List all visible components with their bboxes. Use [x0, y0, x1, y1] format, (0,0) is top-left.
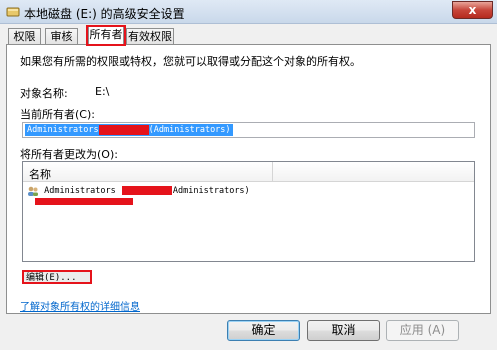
tab-owner-highlight: [86, 25, 126, 46]
change-owner-label: 将所有者更改为(O):: [20, 148, 118, 161]
ownership-details-link[interactable]: 了解对象所有权的详细信息: [20, 298, 140, 313]
list-item[interactable]: Administrators Administrators): [27, 184, 250, 198]
tab-effective-permissions[interactable]: 有效权限: [126, 28, 174, 45]
owner-description: 如果您有所需的权限或特权，您就可以取得或分配这个对象的所有权。: [20, 55, 361, 68]
tab-auditing[interactable]: 审核: [45, 28, 78, 45]
object-name-value: E:\: [95, 85, 110, 98]
user-group-icon: [27, 185, 39, 197]
current-owner-selection: Administrators (Administrators): [25, 124, 233, 136]
redaction-mark: [121, 186, 172, 195]
list-column-name[interactable]: 名称: [23, 162, 273, 182]
window-title: 本地磁盘 (E:) 的高级安全设置: [24, 7, 185, 21]
list-header: 名称: [23, 162, 474, 182]
edit-button[interactable]: 编辑(E)...: [22, 270, 92, 284]
list-item-prefix: Administrators: [44, 186, 116, 196]
current-owner-label: 当前所有者(C):: [20, 108, 95, 121]
current-owner-suffix: (Administrators): [148, 125, 231, 135]
current-owner-prefix: Administrators: [27, 125, 99, 135]
list-header-name: 名称: [29, 168, 51, 181]
current-owner-field[interactable]: Administrators (Administrators): [22, 122, 475, 138]
apply-button[interactable]: 应用 (A): [386, 320, 459, 341]
cancel-button[interactable]: 取消: [307, 320, 380, 341]
list-item-suffix: Administrators): [172, 186, 250, 196]
close-icon: x: [468, 3, 477, 17]
redaction-mark: [35, 198, 133, 205]
redaction-mark: [98, 124, 149, 135]
drive-icon: [6, 5, 20, 18]
owner-listbox[interactable]: 名称 Administrators Administrators): [22, 161, 475, 262]
ok-button[interactable]: 确定: [227, 320, 300, 341]
object-name-label: 对象名称:: [20, 87, 68, 100]
close-button[interactable]: x: [452, 1, 493, 19]
tab-permissions[interactable]: 权限: [8, 28, 41, 45]
